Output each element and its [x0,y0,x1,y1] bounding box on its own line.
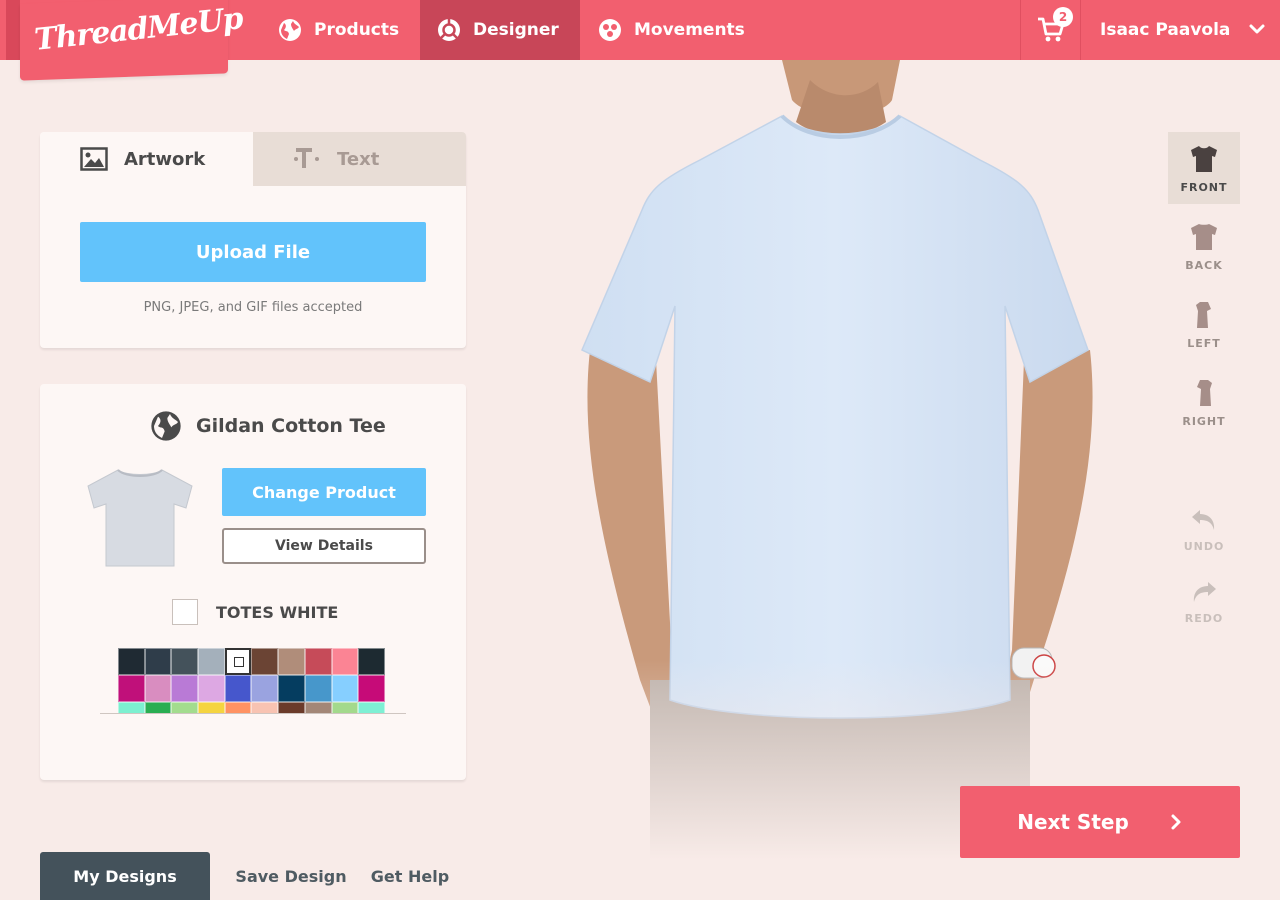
next-step-button[interactable]: Next Step [960,786,1240,858]
color-swatch[interactable] [251,648,279,675]
color-swatch[interactable] [118,648,145,675]
color-swatch[interactable] [224,648,252,675]
tshirt-right-icon [1197,379,1212,406]
user-menu[interactable]: Isaac Paavola [1100,0,1270,60]
designer-icon [438,19,460,41]
color-swatch-grid [118,648,388,714]
tab-text-label: Text [337,148,380,170]
product-name: Gildan Cotton Tee [196,415,386,437]
globe-icon [279,19,301,41]
tab-artwork-label: Artwork [124,148,206,170]
color-swatch[interactable] [198,648,225,675]
nav-movements[interactable]: Movements [598,0,745,60]
view-left-label: LEFT [1187,336,1221,350]
nav-movements-label: Movements [634,20,745,40]
selected-color: TOTES WHITE [172,599,338,625]
upload-file-button[interactable]: Upload File [80,222,426,282]
color-swatch[interactable] [171,648,199,675]
color-swatch[interactable] [304,675,332,702]
product-title: Gildan Cotton Tee [150,410,386,442]
logo-ribbon-flap [6,0,20,60]
color-swatch[interactable] [144,648,172,675]
tshirt-front-icon [1191,145,1217,172]
tshirt-back-icon [1191,223,1217,250]
next-step-label: Next Step [1017,810,1129,834]
undo-icon [1192,509,1215,530]
product-preview[interactable] [560,60,1120,860]
nav-designer-label: Designer [473,20,559,40]
image-icon [80,147,108,171]
tab-my-designs[interactable]: My Designs [40,852,210,900]
color-swatch[interactable] [278,648,305,675]
view-front-label: FRONT [1180,180,1228,194]
selected-color-name: TOTES WHITE [216,602,339,622]
text-icon [294,148,319,168]
globe-icon [151,411,181,441]
selected-color-swatch [172,599,198,625]
color-swatch[interactable] [358,648,385,675]
tab-artwork[interactable]: Artwork [40,132,253,186]
view-left-button[interactable]: LEFT [1168,288,1240,360]
change-product-button[interactable]: Change Product [222,468,426,516]
tshirt-left-icon [1196,301,1211,328]
tab-text[interactable]: Text [253,132,466,186]
color-swatch[interactable] [331,648,359,675]
view-front-button[interactable]: FRONT [1168,132,1240,204]
color-swatch[interactable] [198,675,225,702]
product-thumbnail[interactable] [84,466,196,570]
view-right-button[interactable]: RIGHT [1168,366,1240,438]
redo-label: REDO [1184,611,1224,625]
chevron-down-icon [1249,24,1265,34]
undo-label: UNDO [1183,539,1225,553]
product-panel: Gildan Cotton Tee Change Product View De… [40,384,466,780]
redo-button[interactable]: REDO [1168,566,1240,638]
redo-icon [1193,581,1216,602]
view-details-button[interactable]: View Details [222,528,426,564]
color-swatch[interactable] [171,675,199,702]
color-swatch[interactable] [304,648,332,675]
color-swatch[interactable] [358,675,385,702]
color-swatch[interactable] [118,675,145,702]
nav-divider [1080,0,1081,60]
cart-button[interactable]: 2 [1021,0,1081,60]
movements-icon [599,19,621,41]
color-swatch[interactable] [278,675,305,702]
nav-products-label: Products [314,20,400,40]
color-swatch[interactable] [224,675,252,702]
upload-file-note: PNG, JPEG, and GIF files accepted [143,300,363,315]
swatch-divider [100,713,406,714]
chevron-right-icon [1171,814,1181,830]
color-swatch[interactable] [331,675,359,702]
cart-count-badge: 2 [1053,7,1073,27]
view-right-label: RIGHT [1182,414,1226,428]
tab-save-design[interactable]: Save Design [232,852,350,900]
user-name: Isaac Paavola [1100,20,1231,40]
nav-products[interactable]: Products [278,0,399,60]
nav-designer[interactable]: Designer [420,0,580,60]
color-swatch[interactable] [144,675,172,702]
tab-get-help[interactable]: Get Help [364,852,456,900]
artwork-panel: Artwork Text Upload File PNG, JPEG, and … [40,132,466,348]
view-back-label: BACK [1185,258,1223,272]
undo-button[interactable]: UNDO [1168,494,1240,566]
view-back-button[interactable]: BACK [1168,210,1240,282]
color-swatch[interactable] [251,675,279,702]
